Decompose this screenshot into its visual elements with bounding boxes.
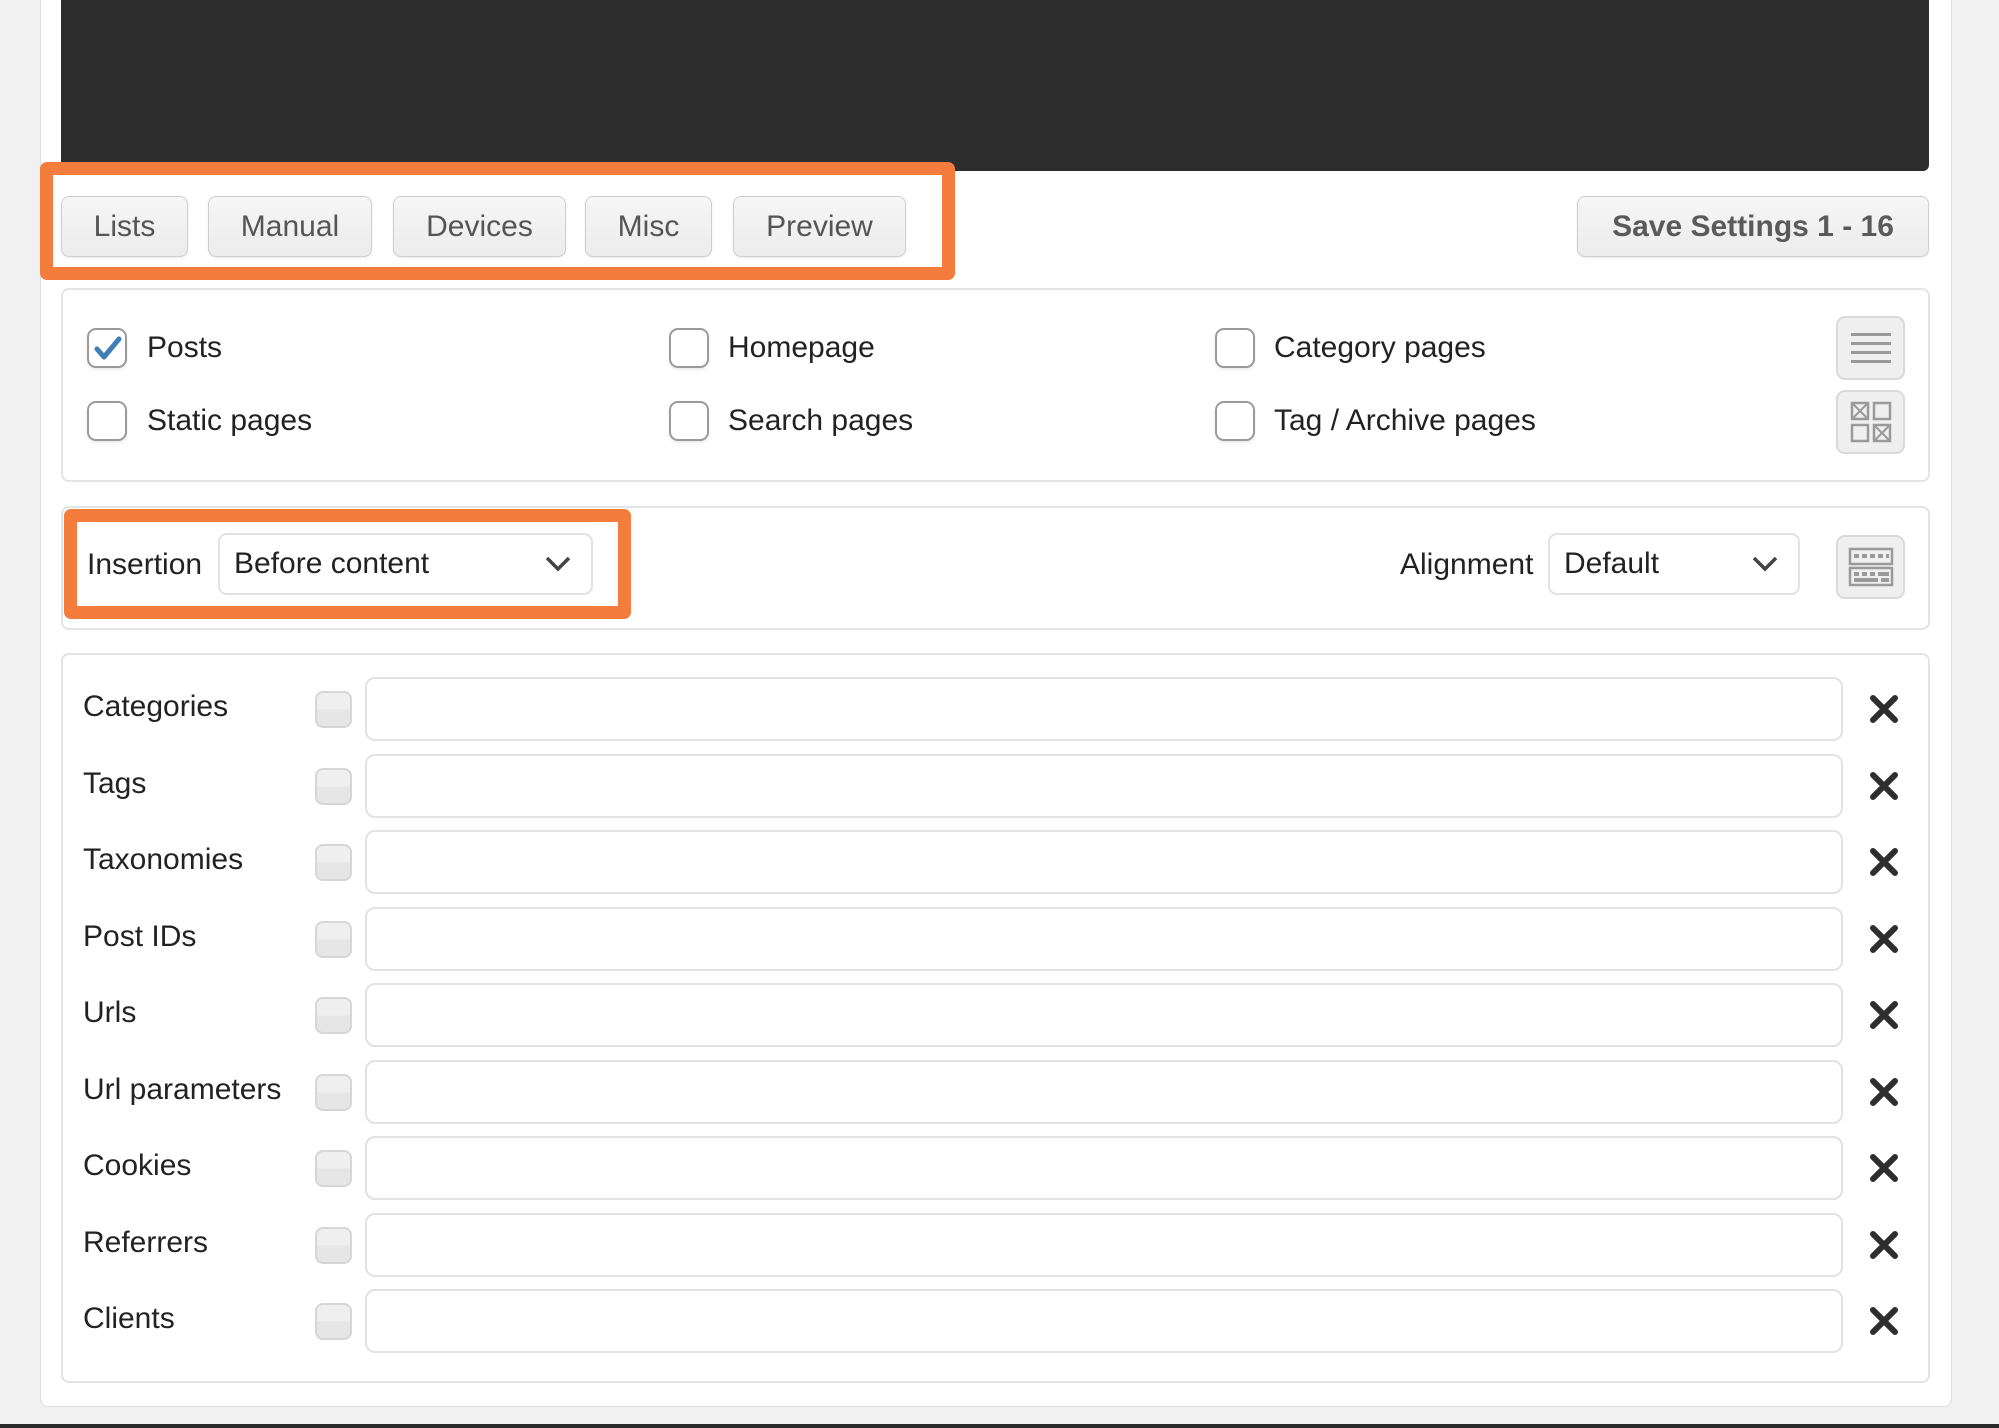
tab-manual[interactable]: Manual [208,196,372,257]
filter-toggle-clients[interactable] [315,1303,352,1340]
bottom-edge [0,1424,1999,1428]
grid-toggle-icon [1850,401,1891,443]
tab-misc[interactable]: Misc [585,196,712,257]
tab-lists[interactable]: Lists [61,196,188,257]
page-types-panel [61,288,1930,482]
list-view-button[interactable] [1836,316,1905,380]
filter-toggle-tags[interactable] [315,768,352,805]
checkbox-search-pages[interactable] [669,401,709,441]
tab-devices[interactable]: Devices [393,196,566,257]
filter-input-urls[interactable] [365,983,1843,1047]
keyboard-icon [1848,547,1893,587]
checkbox-homepage[interactable] [669,328,709,368]
filter-label-urls: Urls [83,996,137,1029]
filter-toggle-urls[interactable] [315,997,352,1034]
filter-label-post-ids: Post IDs [83,920,197,953]
alignment-select-value: Default [1564,547,1660,580]
filter-label-referrers: Referrers [83,1226,209,1259]
clear-icon[interactable] [1868,1076,1900,1108]
filter-label-tags: Tags [83,767,147,800]
filter-input-tags[interactable] [365,754,1843,818]
filter-label-taxonomies: Taxonomies [83,843,244,876]
filter-input-url-parameters[interactable] [365,1060,1843,1124]
grid-toggle-button[interactable] [1836,390,1905,454]
clear-icon[interactable] [1868,1305,1900,1337]
clear-icon[interactable] [1868,1229,1900,1261]
label-posts: Posts [147,331,223,364]
alignment-select[interactable]: Default [1548,533,1800,595]
clear-icon[interactable] [1868,999,1900,1031]
checkbox-static-pages[interactable] [87,401,127,441]
clear-icon[interactable] [1868,693,1900,725]
filter-toggle-url-parameters[interactable] [315,1074,352,1111]
label-homepage: Homepage [728,331,875,364]
filter-input-clients[interactable] [365,1289,1843,1353]
label-tag-archive-pages: Tag / Archive pages [1274,404,1536,437]
checkmark-icon [94,336,122,360]
chevron-down-icon [1752,556,1778,572]
checkbox-posts[interactable] [87,328,127,368]
clear-icon[interactable] [1868,770,1900,802]
filter-input-referrers[interactable] [365,1213,1843,1277]
filter-toggle-categories[interactable] [315,691,352,728]
checkbox-tag-archive-pages[interactable] [1215,401,1255,441]
filter-toggle-taxonomies[interactable] [315,844,352,881]
filter-label-categories: Categories [83,690,229,723]
label-static-pages: Static pages [147,404,313,437]
filter-label-clients: Clients [83,1302,175,1335]
checkbox-category-pages[interactable] [1215,328,1255,368]
code-editor-area[interactable] [61,0,1929,171]
clear-icon[interactable] [1868,846,1900,878]
alignment-label: Alignment [1400,548,1534,581]
filter-label-cookies: Cookies [83,1149,192,1182]
insertion-select-value: Before content [234,547,430,580]
filter-toggle-post-ids[interactable] [315,921,352,958]
clear-icon[interactable] [1868,1152,1900,1184]
keyboard-button[interactable] [1836,535,1905,599]
label-category-pages: Category pages [1274,331,1486,364]
filter-input-cookies[interactable] [365,1136,1843,1200]
save-settings-button[interactable]: Save Settings 1 - 16 [1577,196,1929,257]
filter-toggle-referrers[interactable] [315,1227,352,1264]
chevron-down-icon [545,556,571,572]
filter-input-taxonomies[interactable] [365,830,1843,894]
filter-input-categories[interactable] [365,677,1843,741]
clear-icon[interactable] [1868,923,1900,955]
filter-label-url-parameters: Url parameters [83,1073,282,1106]
insertion-label: Insertion [87,548,203,581]
filter-toggle-cookies[interactable] [315,1150,352,1187]
filter-input-post-ids[interactable] [365,907,1843,971]
tab-preview[interactable]: Preview [733,196,906,257]
insertion-select[interactable]: Before content [218,533,593,595]
label-search-pages: Search pages [728,404,914,437]
list-icon [1850,333,1891,363]
